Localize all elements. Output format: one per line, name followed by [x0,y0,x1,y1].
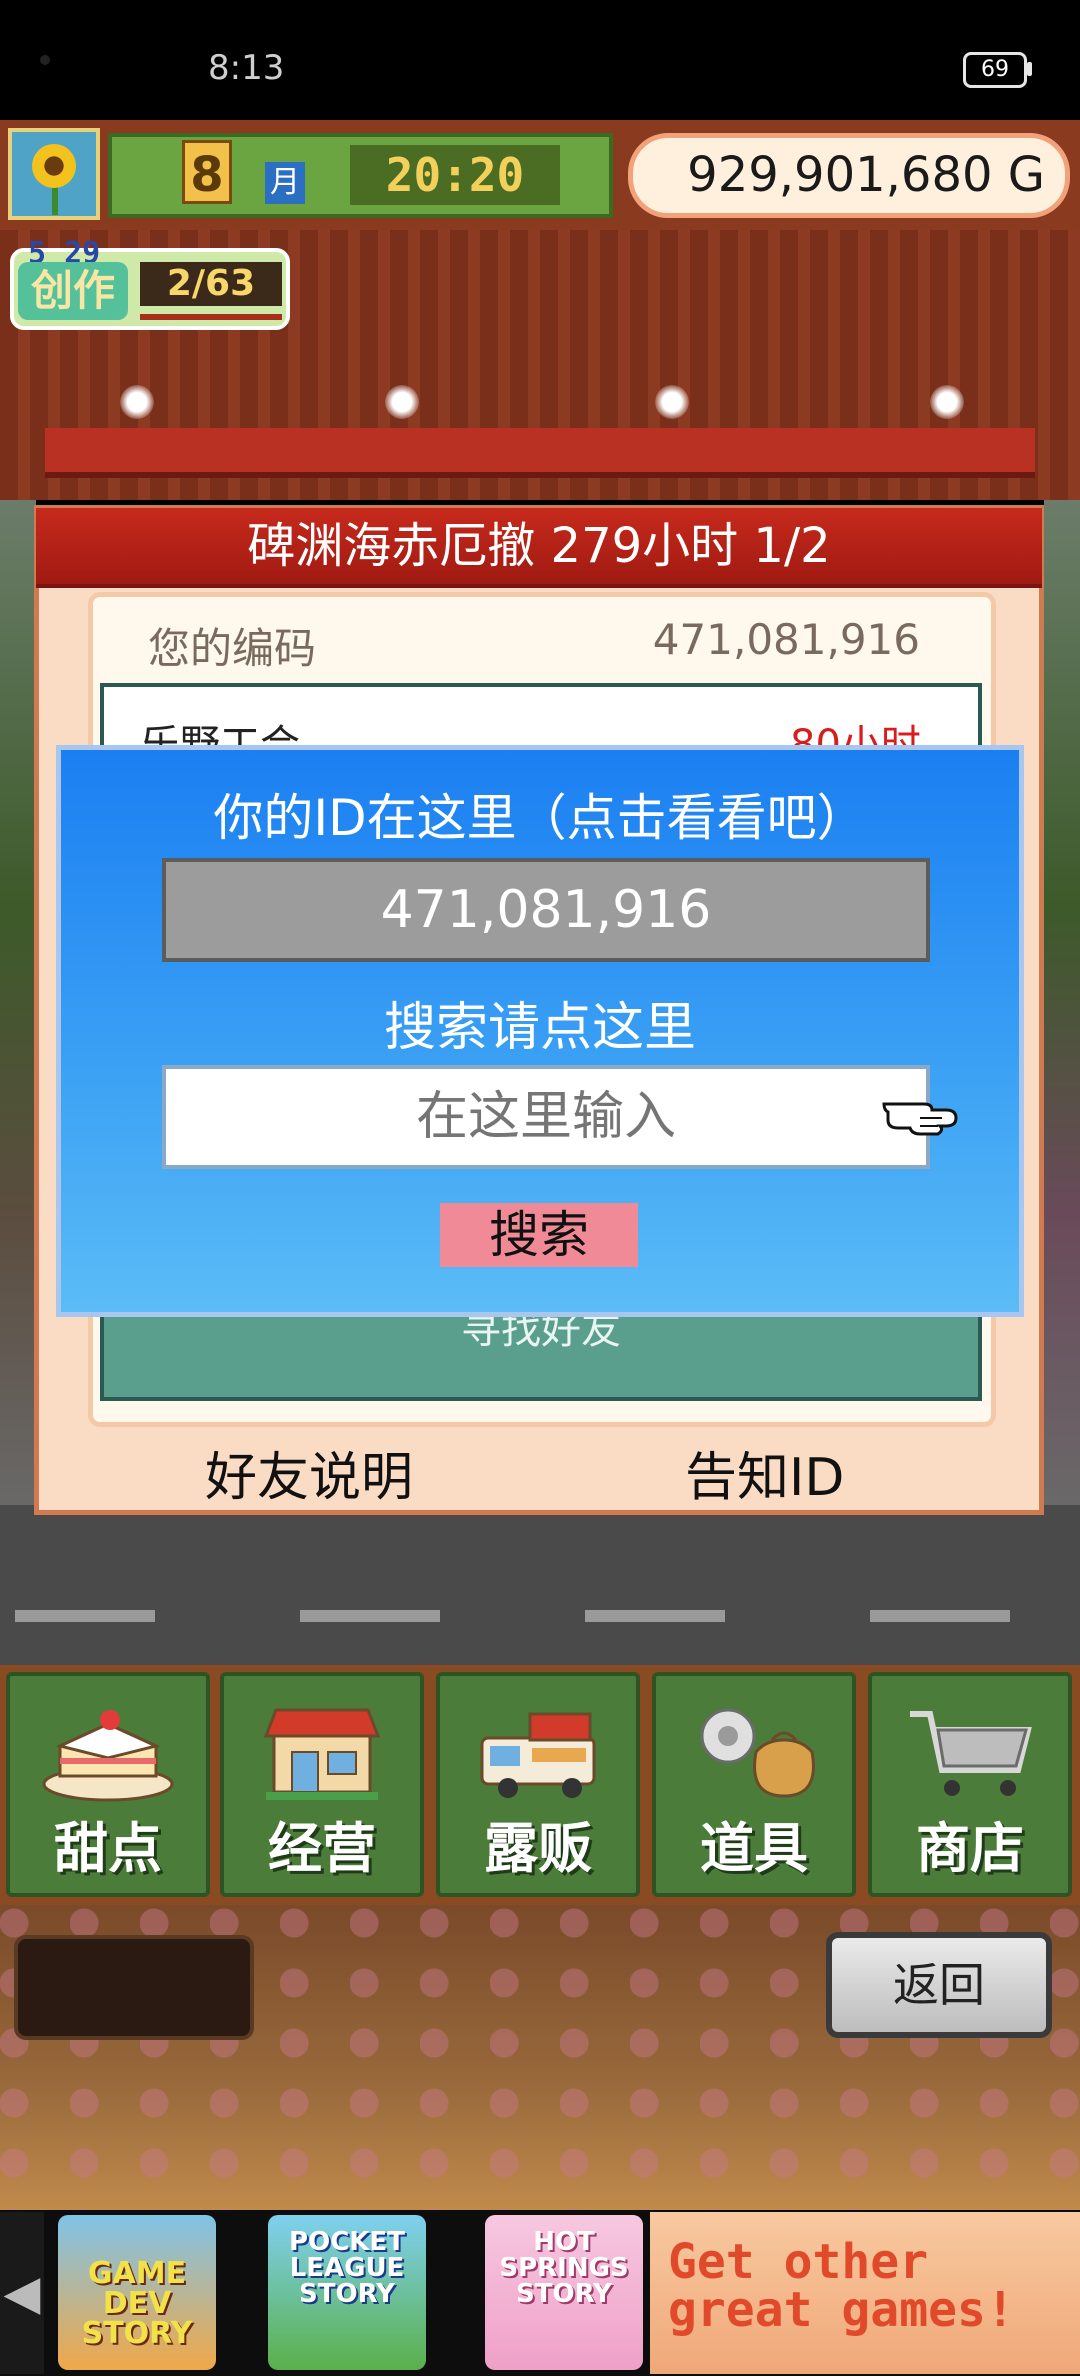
battery-icon: 69 [963,52,1027,88]
lane-marking [870,1610,1010,1622]
info-slot [14,1935,254,2040]
panel-title: 碑渊海赤厄撤 279小时 1/2 [36,508,1042,588]
shopping-cart-icon [900,1696,1040,1810]
tell-id-button[interactable]: 告知ID [685,1435,844,1510]
money-display: 929,901,680 G [628,133,1070,218]
game-clock: 20:20 [350,145,560,205]
menu-dessert-label: 甜点 [54,1817,162,1880]
menu-items-label: 道具 [700,1817,808,1880]
menu-items-button[interactable]: 道具 [652,1672,856,1897]
store-awning [45,428,1035,478]
menu-shop-label: 商店 [916,1817,1024,1880]
shop-icon [252,1696,392,1810]
camera-dot [40,55,50,65]
menu-shop-button[interactable]: 商店 [868,1672,1072,1897]
month-label: 月 [265,162,305,204]
road [0,1505,1080,1665]
lamp-light [385,385,419,419]
ad-game-dev-story[interactable]: GAME DEV STORY [58,2215,216,2370]
lane-marking [300,1610,440,1622]
ad-tile-text: GAME DEV STORY [81,2256,193,2351]
friend-help-button[interactable]: 好友说明 [205,1435,413,1510]
lane-marking [15,1610,155,1622]
rank-progress-bar [140,314,282,320]
dialog-title: 你的ID在这里（点击看看吧） [213,789,867,847]
pointing-hand-icon [880,1090,960,1146]
rank-progress: 2/63 [140,262,282,306]
status-bar [0,0,1080,120]
lamp-light [930,385,964,419]
left-scenery [0,500,36,1520]
rank-label: 创作 [18,262,128,320]
ad-left-arrow-icon[interactable]: ◀ [0,2212,44,2374]
ad-get-other-games-text: Get other great games! [668,2234,1015,2338]
my-id-box[interactable]: 471,081,916 [162,858,930,962]
lamp-light [120,385,154,419]
status-time: 8:13 [208,48,285,88]
code-label: 您的编码 [148,624,317,673]
ad-pocket-league-story[interactable]: POCKET LEAGUE STORY [268,2215,426,2370]
sunflower-icon [8,128,100,220]
month-number: 8 [182,140,232,204]
menu-management-label: 经营 [268,1817,376,1880]
food-truck-icon [468,1696,608,1810]
cake-icon [38,1696,178,1810]
code-value: 471,081,916 [652,615,920,664]
menu-management-button[interactable]: 经营 [220,1672,424,1897]
item-bag-icon [684,1696,824,1810]
back-button[interactable]: 返回 [826,1932,1052,2038]
menu-stall-button[interactable]: 露贩 [436,1672,640,1897]
ad-tile-text: HOT SPRINGS STORY [499,2227,629,2309]
search-button[interactable]: 搜索 [440,1203,638,1267]
ad-hot-springs-story[interactable]: HOT SPRINGS STORY [485,2215,643,2370]
battery-tip [1027,62,1032,76]
lane-marking [585,1610,725,1622]
menu-stall-label: 露贩 [484,1817,592,1880]
menu-dessert-button[interactable]: 甜点 [6,1672,210,1897]
search-label: 搜索请点这里 [383,998,696,1058]
right-scenery [1044,500,1080,1520]
search-input[interactable] [162,1065,930,1169]
ad-tile-text: POCKET LEAGUE STORY [289,2227,405,2309]
lamp-light [655,385,689,419]
